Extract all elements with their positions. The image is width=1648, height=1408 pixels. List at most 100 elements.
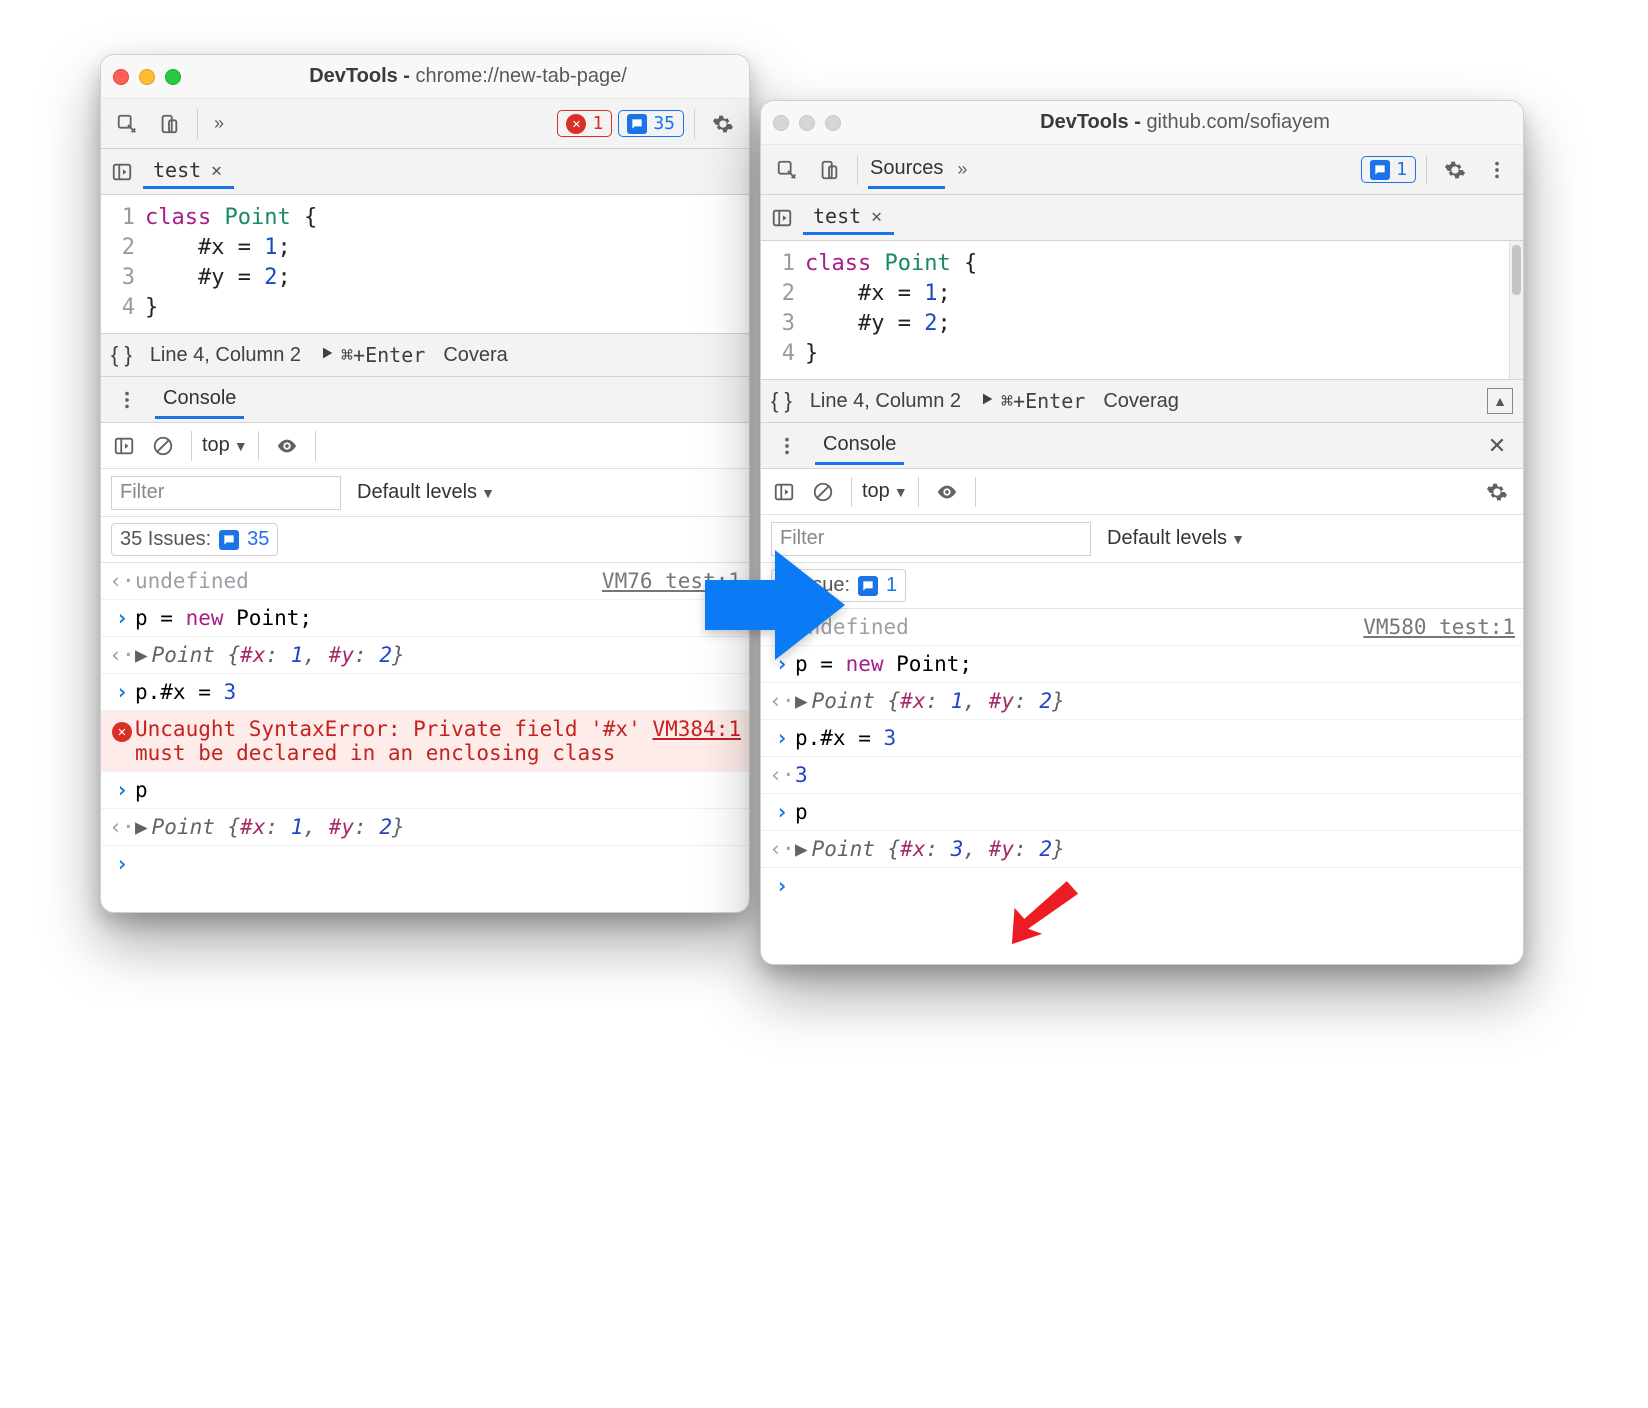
devtools-window-before: DevTools - chrome://new-tab-page/ » ✕ 1 … [100, 54, 750, 913]
file-tab-test[interactable]: test ✕ [143, 154, 234, 189]
line-gutter: 1234 [101, 203, 145, 323]
more-menu-icon[interactable] [1479, 152, 1515, 188]
editor-status: { } Line 4, Column 2 ⌘+Enter Covera [101, 333, 749, 377]
coverage-tab[interactable]: Coverag [1103, 390, 1179, 413]
filter-row: Filter Default levels ▼ [761, 515, 1523, 563]
console-log: ‹· undefined VM76 test:1 › p = new Point… [101, 563, 749, 882]
issues-row[interactable]: 1 Issue: 1 [761, 563, 1523, 609]
separator [197, 109, 198, 139]
live-expression-icon[interactable] [929, 474, 965, 510]
main-toolbar: » ✕ 1 35 [101, 99, 749, 149]
log-input: › p = new Point; [101, 600, 749, 637]
more-tabs-icon[interactable]: » [951, 159, 973, 180]
live-expression-icon[interactable] [269, 428, 305, 464]
error-badge[interactable]: ✕ 1 [557, 110, 612, 137]
code-editor[interactable]: 1234 class Point { #x = 1; #y = 2; } [761, 241, 1509, 379]
run-button[interactable]: ⌘+Enter [319, 343, 425, 367]
close-drawer-icon[interactable]: ✕ [1479, 428, 1515, 464]
cursor-position: Line 4, Column 2 [150, 344, 301, 367]
console-log: ‹· undefined VM580 test:1 › p = new Poin… [761, 609, 1523, 904]
code-content: class Point { #x = 1; #y = 2; } [805, 249, 1509, 369]
drawer-tabs: Console [101, 377, 749, 423]
maximize-window-icon[interactable] [825, 115, 841, 131]
message-badge[interactable]: 1 [1361, 156, 1416, 183]
log-return: ‹· ▶Point {#x: 1, #y: 2} [101, 637, 749, 674]
log-input: › p.#x = 3 [101, 674, 749, 711]
console-toolbar: top▼ [101, 423, 749, 469]
log-return: ‹· undefined VM580 test:1 [761, 609, 1523, 646]
window-title: DevTools - chrome://new-tab-page/ [199, 65, 737, 88]
log-levels-selector[interactable]: Default levels ▼ [1107, 527, 1245, 550]
scrollbar[interactable] [1509, 241, 1523, 379]
filter-input[interactable]: Filter [111, 476, 341, 510]
inspect-icon[interactable] [769, 152, 805, 188]
source-link[interactable]: VM384:1 [652, 717, 741, 741]
separator [191, 431, 192, 461]
log-return: ‹· ▶Point {#x: 3, #y: 2} [761, 831, 1523, 868]
minimize-window-icon[interactable] [139, 69, 155, 85]
file-tabs: test ✕ [101, 149, 749, 195]
settings-icon[interactable] [705, 106, 741, 142]
separator [694, 109, 695, 139]
line-gutter: 1234 [761, 249, 805, 369]
close-tab-icon[interactable]: ✕ [869, 206, 884, 227]
file-tab-test[interactable]: test ✕ [803, 200, 894, 235]
devtools-window-after: DevTools - github.com/sofiayem Sources »… [760, 100, 1524, 965]
log-return: ‹· ▶Point {#x: 1, #y: 2} [101, 809, 749, 846]
separator [918, 477, 919, 507]
log-input: › p.#x = 3 [761, 720, 1523, 757]
separator [315, 431, 316, 461]
separator [857, 155, 858, 185]
navigator-toggle-icon[interactable] [767, 200, 797, 236]
issues-row[interactable]: 35 Issues: 35 [101, 517, 749, 563]
drawer-menu-icon[interactable] [769, 428, 805, 464]
traffic-lights [773, 115, 841, 131]
collapse-icon[interactable]: ▲ [1487, 388, 1513, 414]
close-window-icon[interactable] [113, 69, 129, 85]
error-icon: ✕ [566, 114, 586, 134]
clear-console-icon[interactable] [805, 474, 841, 510]
format-icon[interactable]: { } [771, 388, 792, 414]
titlebar: DevTools - chrome://new-tab-page/ [101, 55, 749, 99]
device-toggle-icon[interactable] [811, 152, 847, 188]
more-tabs-icon[interactable]: » [208, 113, 230, 134]
settings-icon[interactable] [1437, 152, 1473, 188]
sidebar-toggle-icon[interactable] [109, 428, 139, 464]
inspect-icon[interactable] [109, 106, 145, 142]
run-button[interactable]: ⌘+Enter [979, 389, 1085, 413]
console-prompt[interactable]: › [761, 868, 1523, 904]
titlebar: DevTools - github.com/sofiayem [761, 101, 1523, 145]
log-return: ‹· ▶Point {#x: 1, #y: 2} [761, 683, 1523, 720]
log-return: ‹· undefined VM76 test:1 [101, 563, 749, 600]
code-editor[interactable]: 1234 class Point { #x = 1; #y = 2; } [101, 195, 749, 333]
console-tab[interactable]: Console [155, 381, 244, 419]
filter-row: Filter Default levels ▼ [101, 469, 749, 517]
clear-console-icon[interactable] [145, 428, 181, 464]
navigator-toggle-icon[interactable] [107, 154, 137, 190]
cursor-position: Line 4, Column 2 [810, 390, 961, 413]
error-icon: ✕ [112, 722, 132, 742]
close-tab-icon[interactable]: ✕ [209, 160, 224, 181]
minimize-window-icon[interactable] [799, 115, 815, 131]
maximize-window-icon[interactable] [165, 69, 181, 85]
log-levels-selector[interactable]: Default levels ▼ [357, 481, 495, 504]
format-icon[interactable]: { } [111, 342, 132, 368]
close-window-icon[interactable] [773, 115, 789, 131]
coverage-tab[interactable]: Covera [443, 344, 507, 367]
context-selector[interactable]: top▼ [862, 480, 908, 503]
device-toggle-icon[interactable] [151, 106, 187, 142]
sidebar-toggle-icon[interactable] [769, 474, 799, 510]
separator [258, 431, 259, 461]
context-selector[interactable]: top▼ [202, 434, 248, 457]
console-settings-icon[interactable] [1479, 474, 1515, 510]
source-link[interactable]: VM580 test:1 [1363, 615, 1515, 639]
console-prompt[interactable]: › [101, 846, 749, 882]
message-badge[interactable]: 35 [618, 110, 684, 137]
console-tab[interactable]: Console [815, 427, 904, 465]
separator [851, 477, 852, 507]
code-content: class Point { #x = 1; #y = 2; } [145, 203, 749, 323]
sources-tab[interactable]: Sources [868, 151, 945, 189]
editor-status: { } Line 4, Column 2 ⌘+Enter Coverag ▲ [761, 379, 1523, 423]
message-icon [219, 530, 239, 550]
drawer-menu-icon[interactable] [109, 382, 145, 418]
